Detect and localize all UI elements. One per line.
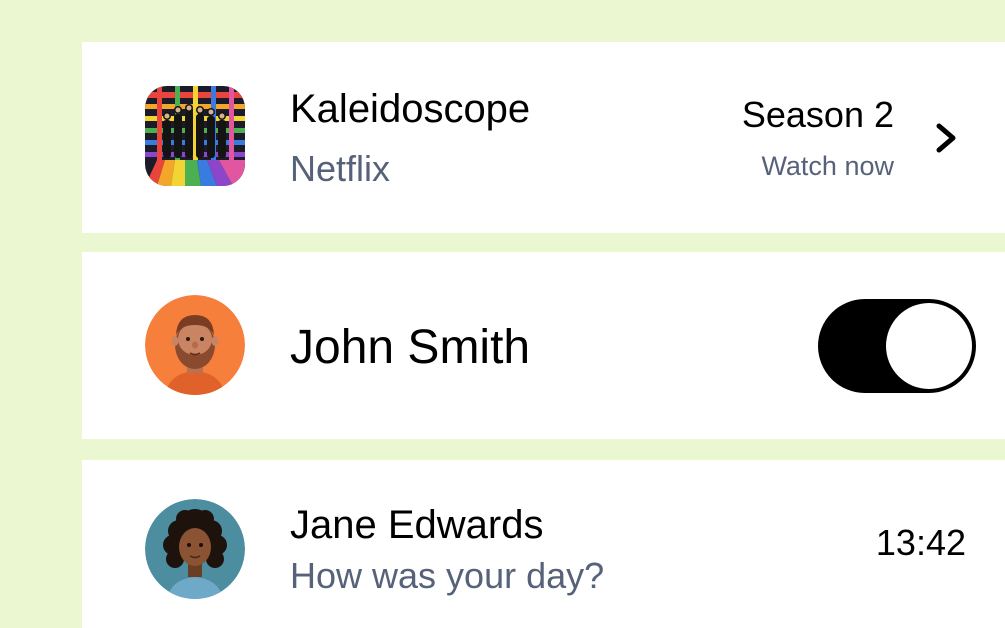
item-title: Kaleidoscope	[290, 87, 531, 131]
item-title: Jane Edwards	[290, 503, 544, 547]
list-item-jane-edwards[interactable]: Jane Edwards How was your day? 13:42	[82, 460, 1005, 628]
item-title: John Smith	[290, 321, 531, 374]
chevron-right-icon[interactable]	[931, 118, 961, 158]
avatar	[145, 295, 245, 395]
list-item-john-smith[interactable]: John Smith	[82, 252, 1005, 439]
show-poster	[145, 86, 245, 186]
item-subtitle: How was your day?	[290, 555, 605, 596]
avatar	[145, 499, 245, 599]
season-label: Season 2	[741, 94, 894, 135]
item-subtitle: Netflix	[290, 148, 391, 189]
timestamp: 13:42	[875, 522, 966, 563]
list-item-kaleidoscope[interactable]: Kaleidoscope Netflix Season 2 Watch now	[82, 42, 1005, 233]
toggle-switch[interactable]	[816, 297, 978, 395]
watch-now-link[interactable]: Watch now	[761, 151, 894, 182]
